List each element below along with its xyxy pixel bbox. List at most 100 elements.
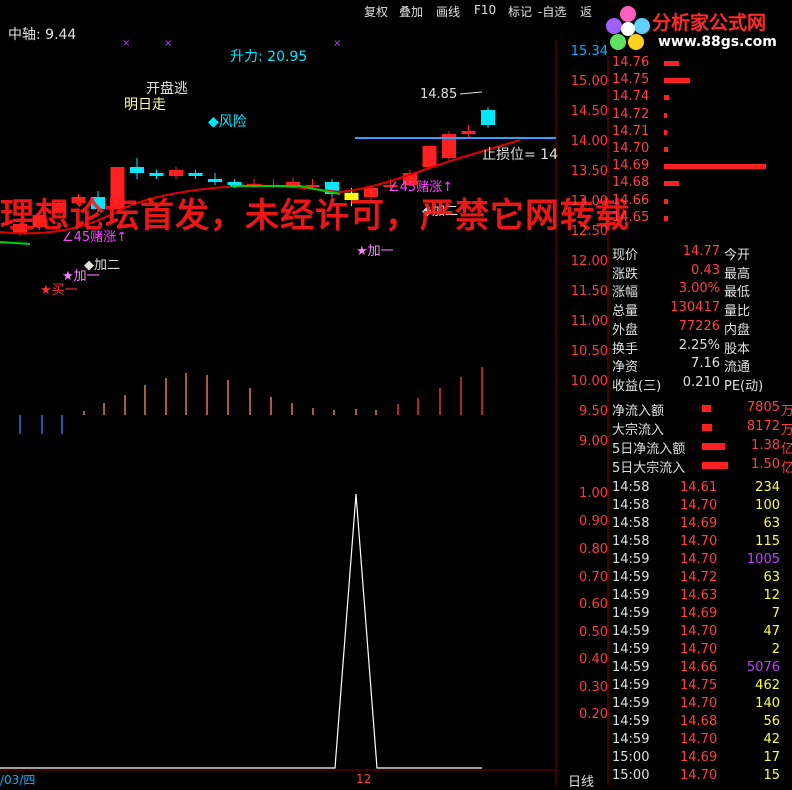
order-book-bar <box>664 61 680 66</box>
tick-time: 14:59 <box>612 624 650 639</box>
candle-body <box>422 146 437 167</box>
tick-volume: 63 <box>763 570 780 585</box>
quote-row: 总量 130417 量比 <box>612 300 792 320</box>
order-book-row: 14.76 <box>612 55 792 73</box>
period-label[interactable]: 日线 <box>568 771 594 790</box>
order-book-row: 14.71 <box>612 124 792 142</box>
tick-volume: 63 <box>763 516 780 531</box>
order-book-row: 14.72 <box>612 107 792 125</box>
osc-axis-label: 0.60 <box>579 597 608 612</box>
tick-price: 14.70 <box>680 624 718 639</box>
order-book-bar <box>664 198 669 204</box>
fund-flow-row: 净流入额 7805 万 <box>612 400 792 419</box>
price-axis-label: 12.50 <box>570 224 608 239</box>
fund-flow-label: 净流入额 <box>612 404 665 419</box>
menu-overlay[interactable]: 叠加 <box>399 3 423 20</box>
quote-value: 2.25% <box>678 337 720 353</box>
price-axis-label: 11.00 <box>570 314 608 329</box>
quote-label: 现价 <box>612 248 639 263</box>
tick-row: 14:58 14.70 100 <box>612 498 792 516</box>
fund-flow-row: 大宗流入 8172 万 <box>612 419 792 438</box>
fund-flow-unit: 万 <box>780 423 792 438</box>
menu-self-select[interactable]: -自选 <box>538 3 566 20</box>
quote-label: 收益(三) <box>612 378 662 394</box>
date-label: /03/四 <box>0 773 36 787</box>
tick-time: 14:59 <box>612 696 650 711</box>
annotation-risk: ◆风险 <box>208 114 247 130</box>
quote-label: 涨跌 <box>612 266 639 282</box>
annotation-buy-one: ★买一 <box>40 283 78 298</box>
tick-volume: 100 <box>755 498 780 513</box>
order-book-row: 14.75 <box>612 72 792 90</box>
fund-flow-bar <box>702 443 726 450</box>
tick-row: 14:59 14.63 12 <box>612 588 792 606</box>
quote-label-2: 流通 <box>724 360 751 376</box>
menu-restore-rights[interactable]: 复权 <box>364 3 388 20</box>
flower-logo-icon <box>606 6 650 50</box>
tick-row: 14:59 14.70 47 <box>612 624 792 642</box>
tick-row: 14:59 14.66 5076 <box>612 660 792 678</box>
candle-body <box>481 110 495 125</box>
tick-price: 14.63 <box>680 588 718 603</box>
tick-price: 14.70 <box>680 768 718 783</box>
tick-volume: 140 <box>755 696 780 711</box>
tick-volume: 12 <box>763 588 780 603</box>
quote-row: 现价 14.77 今开 <box>612 244 792 263</box>
order-book-bar <box>664 129 668 135</box>
x-marker: × <box>333 38 341 49</box>
order-book-bar <box>664 95 670 101</box>
site-logo: 分析家公式网 www.88gs.com <box>600 0 792 56</box>
candle-body <box>461 131 476 134</box>
osc-axis-label: 0.70 <box>579 570 608 585</box>
x-marker: × <box>164 38 172 49</box>
x-marker: × <box>122 38 130 49</box>
menu-back[interactable]: 返 <box>580 3 592 20</box>
tick-row: 14:59 14.75 462 <box>612 678 792 696</box>
tick-volume: 56 <box>763 714 780 729</box>
tick-volume: 42 <box>763 732 780 747</box>
order-book-price: 14.65 <box>612 209 650 225</box>
fund-flow-value: 8172 <box>746 419 780 434</box>
osc-axis-label: 0.50 <box>579 625 608 640</box>
quote-label-2: 股本 <box>724 341 751 357</box>
order-book-bar <box>664 112 668 118</box>
order-book-price: 14.72 <box>612 106 650 122</box>
menu-mark[interactable]: 标记 <box>508 3 532 20</box>
tick-row: 14:59 14.70 2 <box>612 642 792 660</box>
menu-f10[interactable]: F10 <box>474 3 496 17</box>
fund-flow-row: 5日净流入额 1.38 亿 <box>612 438 792 457</box>
order-book-row: 14.74 <box>612 89 792 107</box>
tick-price: 14.70 <box>680 732 718 747</box>
order-book-row: 14.68 <box>612 175 792 193</box>
tick-price: 14.69 <box>680 516 718 531</box>
tick-price: 14.70 <box>680 696 718 711</box>
price-axis-label: 13.50 <box>570 164 608 179</box>
quote-label: 净资 <box>612 360 639 376</box>
fund-flow-value: 1.50 <box>751 457 780 472</box>
tick-price: 14.69 <box>680 606 718 621</box>
tick-time: 14:59 <box>612 714 650 729</box>
quote-label-2: 量比 <box>724 304 751 320</box>
tick-price: 14.66 <box>680 660 718 675</box>
tick-row: 14:59 14.70 140 <box>612 696 792 714</box>
quote-row: 涨幅 3.00% 最低 <box>612 281 792 301</box>
quote-label: 涨幅 <box>612 285 639 301</box>
annotation-tomorrow-go: 明日走 <box>124 97 166 113</box>
price-axis-label: 14.00 <box>570 134 608 149</box>
tick-row: 14:59 14.72 63 <box>612 570 792 588</box>
quote-value: 3.00% <box>678 281 720 297</box>
order-book-bar <box>664 78 690 84</box>
order-book-bar <box>664 181 680 187</box>
quote-row: 外盘 77226 内盘 <box>612 319 792 338</box>
quote-row: 净资 7.16 流通 <box>612 356 792 376</box>
price-axis-label: 13.00 <box>570 194 608 209</box>
tick-volume: 462 <box>755 678 780 693</box>
fund-flow-label: 大宗流入 <box>612 423 665 438</box>
quote-label-2: 最低 <box>724 285 751 301</box>
order-book-price: 14.66 <box>612 192 650 208</box>
high-arrow <box>459 91 483 95</box>
osc-axis-label: 0.80 <box>579 542 608 557</box>
tick-volume: 115 <box>755 534 780 549</box>
menu-draw-line[interactable]: 画线 <box>436 3 460 20</box>
quote-label: 总量 <box>612 304 639 320</box>
